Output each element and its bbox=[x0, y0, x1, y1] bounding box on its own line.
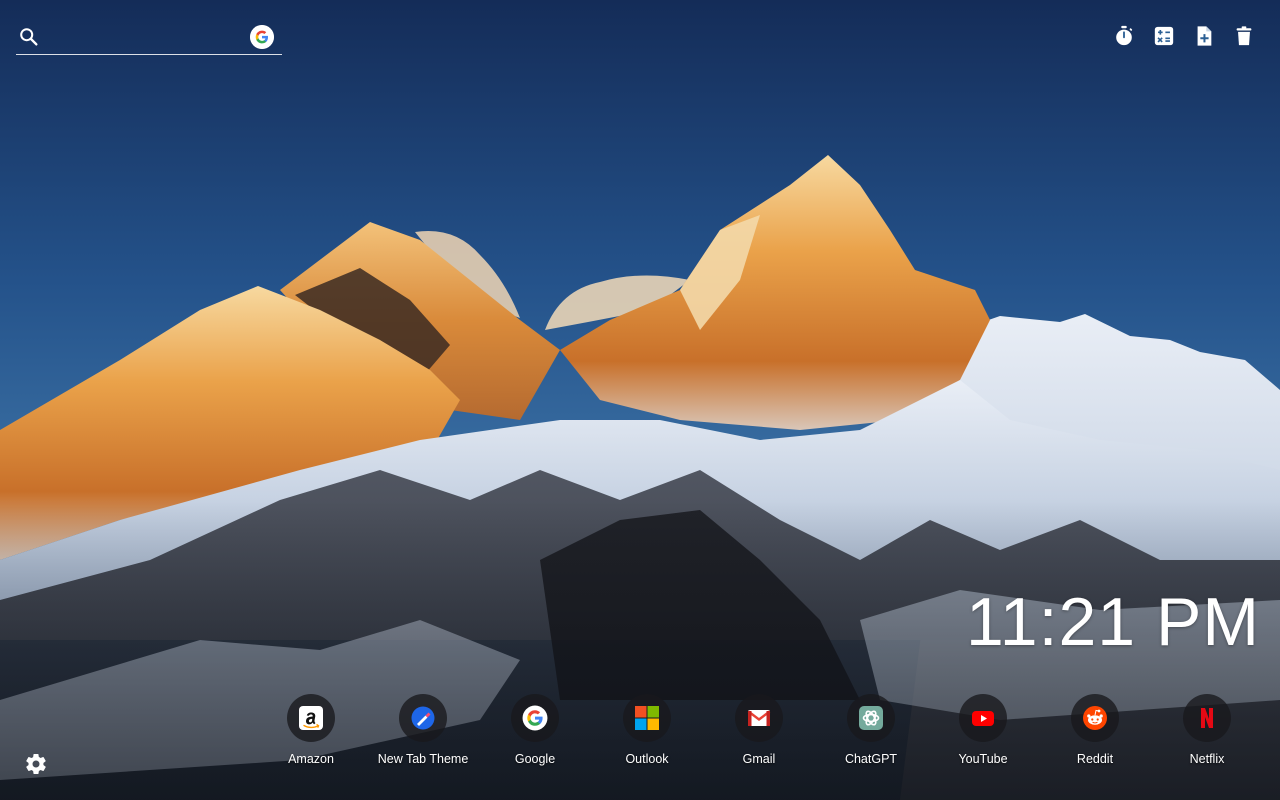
new-tab-theme-icon bbox=[411, 706, 435, 730]
delete-button[interactable] bbox=[1232, 24, 1256, 48]
shortcut-outlook[interactable]: Outlook bbox=[591, 694, 703, 766]
shortcut-label: Reddit bbox=[1076, 752, 1114, 766]
search-bar bbox=[16, 20, 282, 55]
shortcut-label: YouTube bbox=[958, 752, 1008, 766]
shortcut-amazon[interactable]: Amazon bbox=[255, 694, 367, 766]
shortcut-icon-container bbox=[1183, 694, 1231, 742]
shortcut-netflix[interactable]: Netflix bbox=[1151, 694, 1263, 766]
youtube-icon bbox=[972, 711, 994, 726]
clock: 11:21 PM bbox=[965, 584, 1260, 660]
shortcut-label: New Tab Theme bbox=[377, 752, 469, 766]
timer-button[interactable] bbox=[1112, 24, 1136, 48]
toolbar bbox=[1112, 24, 1256, 48]
shortcut-label: Amazon bbox=[288, 752, 334, 766]
shortcut-gmail[interactable]: Gmail bbox=[703, 694, 815, 766]
shortcut-google[interactable]: Google bbox=[479, 694, 591, 766]
shortcut-icon-container bbox=[287, 694, 335, 742]
shortcut-icon-container bbox=[399, 694, 447, 742]
shortcut-chatgpt[interactable]: ChatGPT bbox=[815, 694, 927, 766]
mountain-background bbox=[0, 0, 1280, 800]
shortcuts-bar: Amazon New Tab Theme Google Outlook Gmai… bbox=[255, 694, 1263, 774]
shortcut-new-tab-theme[interactable]: New Tab Theme bbox=[367, 694, 479, 766]
search-icon[interactable] bbox=[18, 26, 40, 48]
delete-icon bbox=[1236, 26, 1252, 46]
shortcut-icon-container bbox=[1071, 694, 1119, 742]
outlook-icon bbox=[635, 706, 659, 730]
calculator-icon bbox=[1154, 26, 1174, 46]
settings-button[interactable] bbox=[24, 752, 48, 776]
new-tab-page: 11:21 PM Amazon New Tab Theme Google Out… bbox=[0, 0, 1280, 800]
reddit-icon bbox=[1083, 706, 1107, 730]
amazon-icon bbox=[299, 706, 323, 730]
shortcut-label: Gmail bbox=[742, 752, 776, 766]
chatgpt-icon bbox=[859, 706, 883, 730]
gmail-icon bbox=[747, 710, 771, 726]
calculator-button[interactable] bbox=[1152, 24, 1176, 48]
search-input[interactable] bbox=[50, 24, 244, 52]
add-note-icon bbox=[1197, 26, 1212, 46]
gear-icon bbox=[26, 754, 46, 775]
google-icon bbox=[522, 705, 548, 731]
netflix-icon bbox=[1201, 708, 1213, 728]
shortcut-reddit[interactable]: Reddit bbox=[1039, 694, 1151, 766]
shortcut-icon-container bbox=[511, 694, 559, 742]
timer-icon bbox=[1116, 25, 1133, 46]
shortcut-icon-container bbox=[735, 694, 783, 742]
shortcut-label: Outlook bbox=[625, 752, 669, 766]
shortcut-youtube[interactable]: YouTube bbox=[927, 694, 1039, 766]
shortcut-label: ChatGPT bbox=[844, 752, 898, 766]
shortcut-label: Google bbox=[514, 752, 556, 766]
shortcut-icon-container bbox=[959, 694, 1007, 742]
add-note-button[interactable] bbox=[1192, 24, 1216, 48]
shortcut-icon-container bbox=[847, 694, 895, 742]
google-search-engine-icon[interactable] bbox=[250, 25, 274, 49]
shortcut-label: Netflix bbox=[1189, 752, 1225, 766]
shortcut-icon-container bbox=[623, 694, 671, 742]
